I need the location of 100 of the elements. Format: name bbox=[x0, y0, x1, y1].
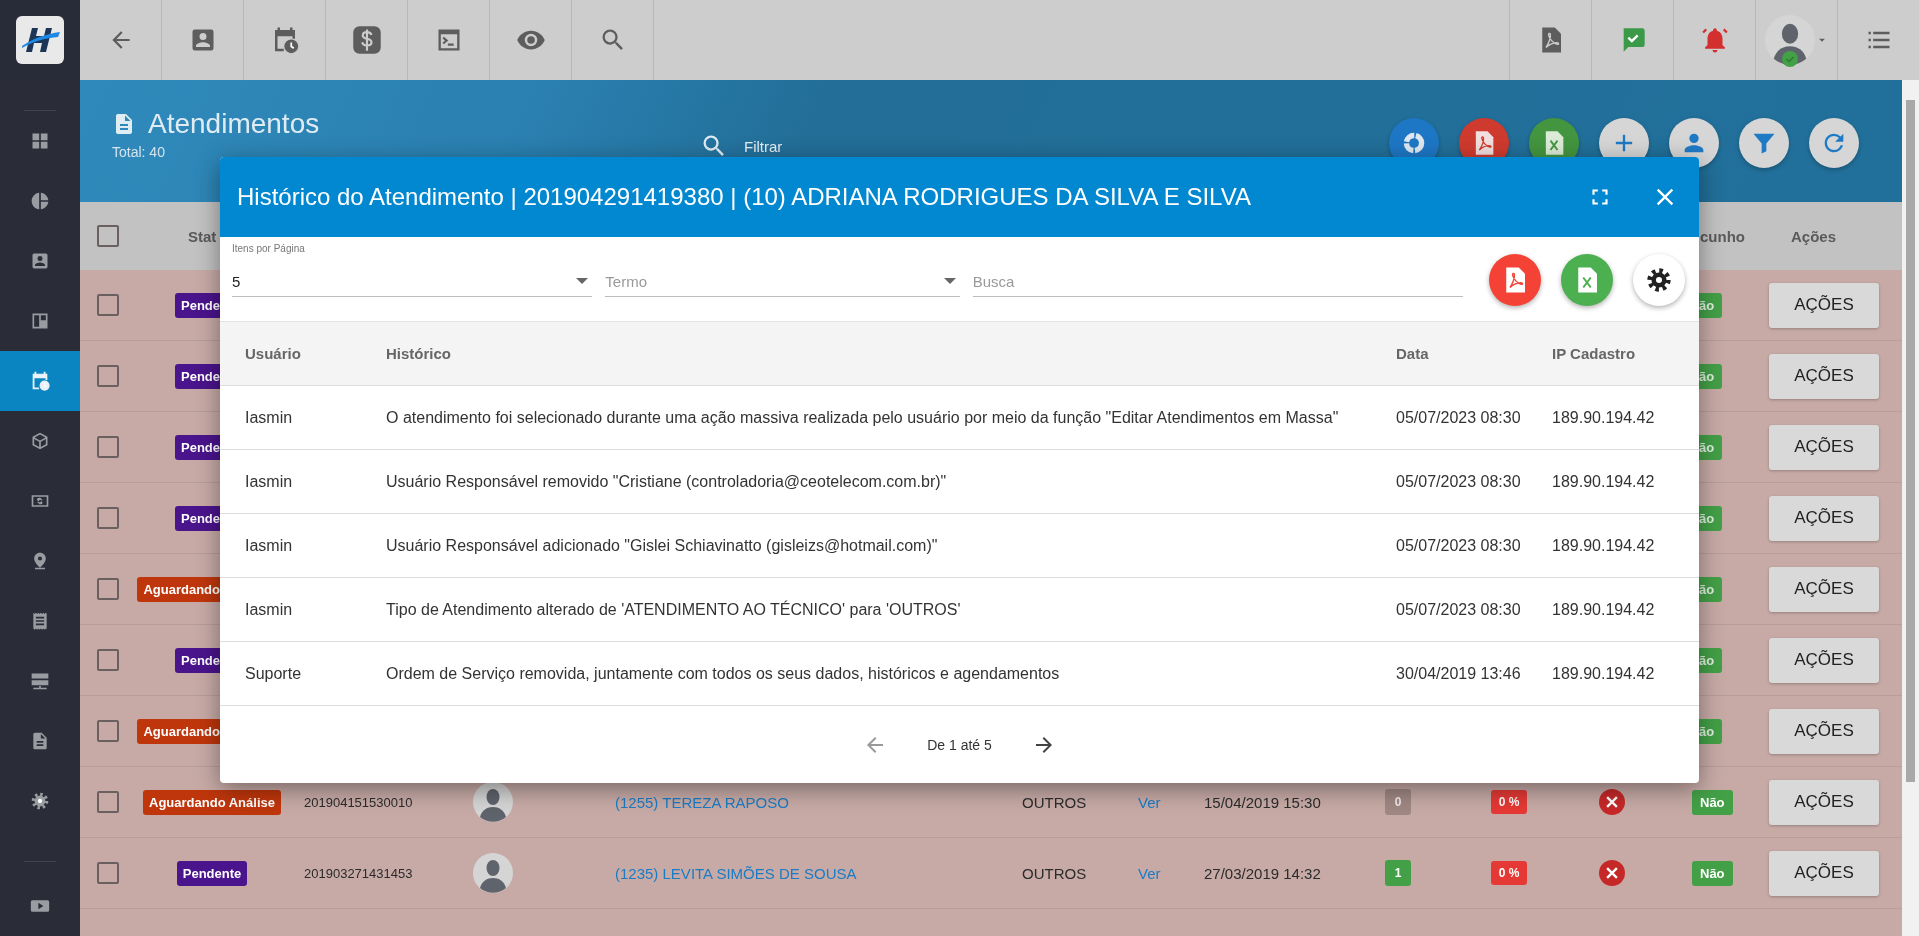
history-cell-text: Usuário Responsável adicionado "Gislei Schiavinatto (gisleizs@hotmail.com)" bbox=[386, 536, 939, 555]
status-badge: Aguardando bbox=[137, 718, 220, 744]
percent-badge: 0 % bbox=[1490, 861, 1528, 885]
page-range: De 1 até 5 bbox=[927, 736, 992, 753]
draft-badge: ão bbox=[1699, 647, 1723, 673]
dollar-icon bbox=[351, 25, 382, 55]
cancel-icon bbox=[1599, 789, 1625, 815]
type-cell-text: OUTROS bbox=[1022, 864, 1088, 882]
caret-icon bbox=[943, 278, 956, 284]
select-all-checkbox[interactable] bbox=[97, 225, 119, 247]
row-checkbox[interactable] bbox=[97, 720, 119, 742]
user-cell-text: Suporte bbox=[244, 664, 303, 683]
ip-cell-text: 189.90.194.42 bbox=[1552, 536, 1656, 555]
status-badge: Pende bbox=[175, 647, 220, 673]
row-checkbox[interactable] bbox=[97, 507, 119, 529]
sidebar-item[interactable] bbox=[0, 351, 80, 411]
cube-icon bbox=[30, 431, 50, 451]
actions-button[interactable]: AÇÕES bbox=[1769, 850, 1879, 896]
draft-badge: ão bbox=[1699, 505, 1723, 531]
actions-button[interactable]: AÇÕES bbox=[1769, 282, 1879, 328]
actions-button[interactable]: AÇÕES bbox=[1769, 495, 1879, 541]
status-badge: Aguardando bbox=[137, 576, 220, 602]
count-badge: 0 bbox=[1385, 789, 1411, 815]
board-icon bbox=[30, 311, 50, 331]
row-checkbox[interactable] bbox=[97, 862, 119, 884]
ip-cell-text: 189.90.194.42 bbox=[1552, 472, 1656, 491]
pie-chart-icon bbox=[30, 191, 50, 211]
draft-badge: ão bbox=[1699, 718, 1723, 744]
column-header: Stat bbox=[187, 227, 218, 245]
row-checkbox[interactable] bbox=[97, 578, 119, 600]
actions-button[interactable]: AÇÕES bbox=[1769, 353, 1879, 399]
server-icon bbox=[30, 671, 50, 691]
settings-button[interactable] bbox=[1633, 254, 1685, 306]
status-badge: Pende bbox=[175, 363, 220, 389]
settings-icon bbox=[1645, 266, 1673, 294]
date-cell-text: 05/07/2023 08:30 bbox=[1396, 536, 1522, 555]
history-cell-text: Tipo de Atendimento alterado de 'ATENDIMENTO AO TÉCNICO' para 'OUTROS' bbox=[386, 600, 962, 619]
date-cell-text: 05/07/2023 08:30 bbox=[1396, 600, 1522, 619]
row-checkbox[interactable] bbox=[97, 791, 119, 813]
row-checkbox[interactable] bbox=[97, 649, 119, 671]
date-cell-text: 15/04/2019 15:30 bbox=[1204, 793, 1322, 811]
draft-badge: ão bbox=[1699, 363, 1723, 389]
status-badge: Pende bbox=[175, 505, 220, 531]
row-checkbox[interactable] bbox=[97, 294, 119, 316]
row-checkbox[interactable] bbox=[97, 365, 119, 387]
scrollbar[interactable] bbox=[1902, 80, 1919, 936]
actions-button[interactable]: AÇÕES bbox=[1769, 566, 1879, 612]
date-cell-text: 27/03/2019 14:32 bbox=[1204, 864, 1322, 882]
draft-badge: ão bbox=[1699, 576, 1723, 602]
donut-chart-icon bbox=[1401, 130, 1427, 156]
avatar-icon bbox=[473, 782, 513, 822]
status-badge: Pende bbox=[175, 434, 220, 460]
date-cell-text: 30/04/2019 13:46 bbox=[1396, 664, 1522, 683]
column-header: Histórico bbox=[386, 345, 452, 362]
dialog-title: Histórico do Atendimento | 201904291419380 | (10) ADRIANA RODRIGUES DA SILVA E SILVA bbox=[237, 183, 1251, 211]
filter-button[interactable] bbox=[1739, 118, 1789, 168]
filter-field[interactable]: Filtrar bbox=[742, 136, 946, 156]
draft-badge: ão bbox=[1699, 434, 1723, 460]
refresh-button[interactable] bbox=[1809, 118, 1859, 168]
pdf-export-button[interactable] bbox=[1489, 254, 1541, 306]
column-header: cunho bbox=[1699, 227, 1746, 245]
draft-badge: ão bbox=[1699, 292, 1723, 318]
history-cell-text: Usuário Responsável removido "Cristiane (controladoria@ceotelecom.com.br)" bbox=[386, 472, 948, 491]
column-header: Usuário bbox=[244, 345, 302, 362]
actions-button[interactable]: AÇÕES bbox=[1769, 424, 1879, 470]
user-cell-text: Iasmin bbox=[244, 408, 294, 427]
ip-cell-text: 189.90.194.42 bbox=[1552, 408, 1656, 427]
actions-button[interactable]: AÇÕES bbox=[1769, 779, 1879, 825]
ip-cell-text: 189.90.194.42 bbox=[1552, 664, 1656, 683]
row-checkbox[interactable] bbox=[97, 436, 119, 458]
column-header: Data bbox=[1396, 345, 1430, 362]
document-icon bbox=[30, 731, 50, 751]
excel-export-button[interactable] bbox=[1561, 254, 1613, 306]
caret-icon bbox=[576, 278, 589, 284]
status-badge: Pendente bbox=[176, 860, 248, 886]
receipt-icon bbox=[30, 611, 50, 631]
per-page-select[interactable]: Itens por Página 5 bbox=[232, 243, 593, 297]
avatar-icon bbox=[473, 853, 513, 893]
actions-button[interactable]: AÇÕES bbox=[1769, 637, 1879, 683]
page-title: Atendimentos bbox=[148, 108, 320, 140]
grid-icon bbox=[30, 131, 50, 151]
count-badge: 1 bbox=[1385, 860, 1411, 886]
history-cell-text: O atendimento foi selecionado durante uma ação massiva realizada pelo usuário por meio da função "Editar Atendimentos em Massa" bbox=[386, 408, 1340, 427]
status-badge: Pende bbox=[175, 292, 220, 318]
contact-card-icon bbox=[30, 251, 50, 271]
protocol-cell-text: 201903271431453 bbox=[303, 865, 414, 881]
draft-badge: Não bbox=[1692, 860, 1733, 886]
user-cell-text: Iasmin bbox=[244, 600, 294, 619]
logo-icon bbox=[16, 16, 64, 64]
type-cell-text: OUTROS bbox=[1022, 793, 1088, 811]
draft-badge: Não bbox=[1692, 789, 1733, 815]
percent-badge: 0 % bbox=[1490, 790, 1528, 814]
actions-button[interactable]: AÇÕES bbox=[1769, 708, 1879, 754]
date-cell-text: 05/07/2023 08:30 bbox=[1396, 408, 1522, 427]
total-count: Total: 40 bbox=[112, 144, 166, 160]
protocol-cell-text: 201904151530010 bbox=[303, 794, 414, 810]
settings-icon bbox=[30, 791, 50, 811]
date-cell-text: 05/07/2023 08:30 bbox=[1396, 472, 1522, 491]
avatar-icon bbox=[1764, 15, 1815, 65]
user-cell-text: Iasmin bbox=[244, 536, 294, 555]
